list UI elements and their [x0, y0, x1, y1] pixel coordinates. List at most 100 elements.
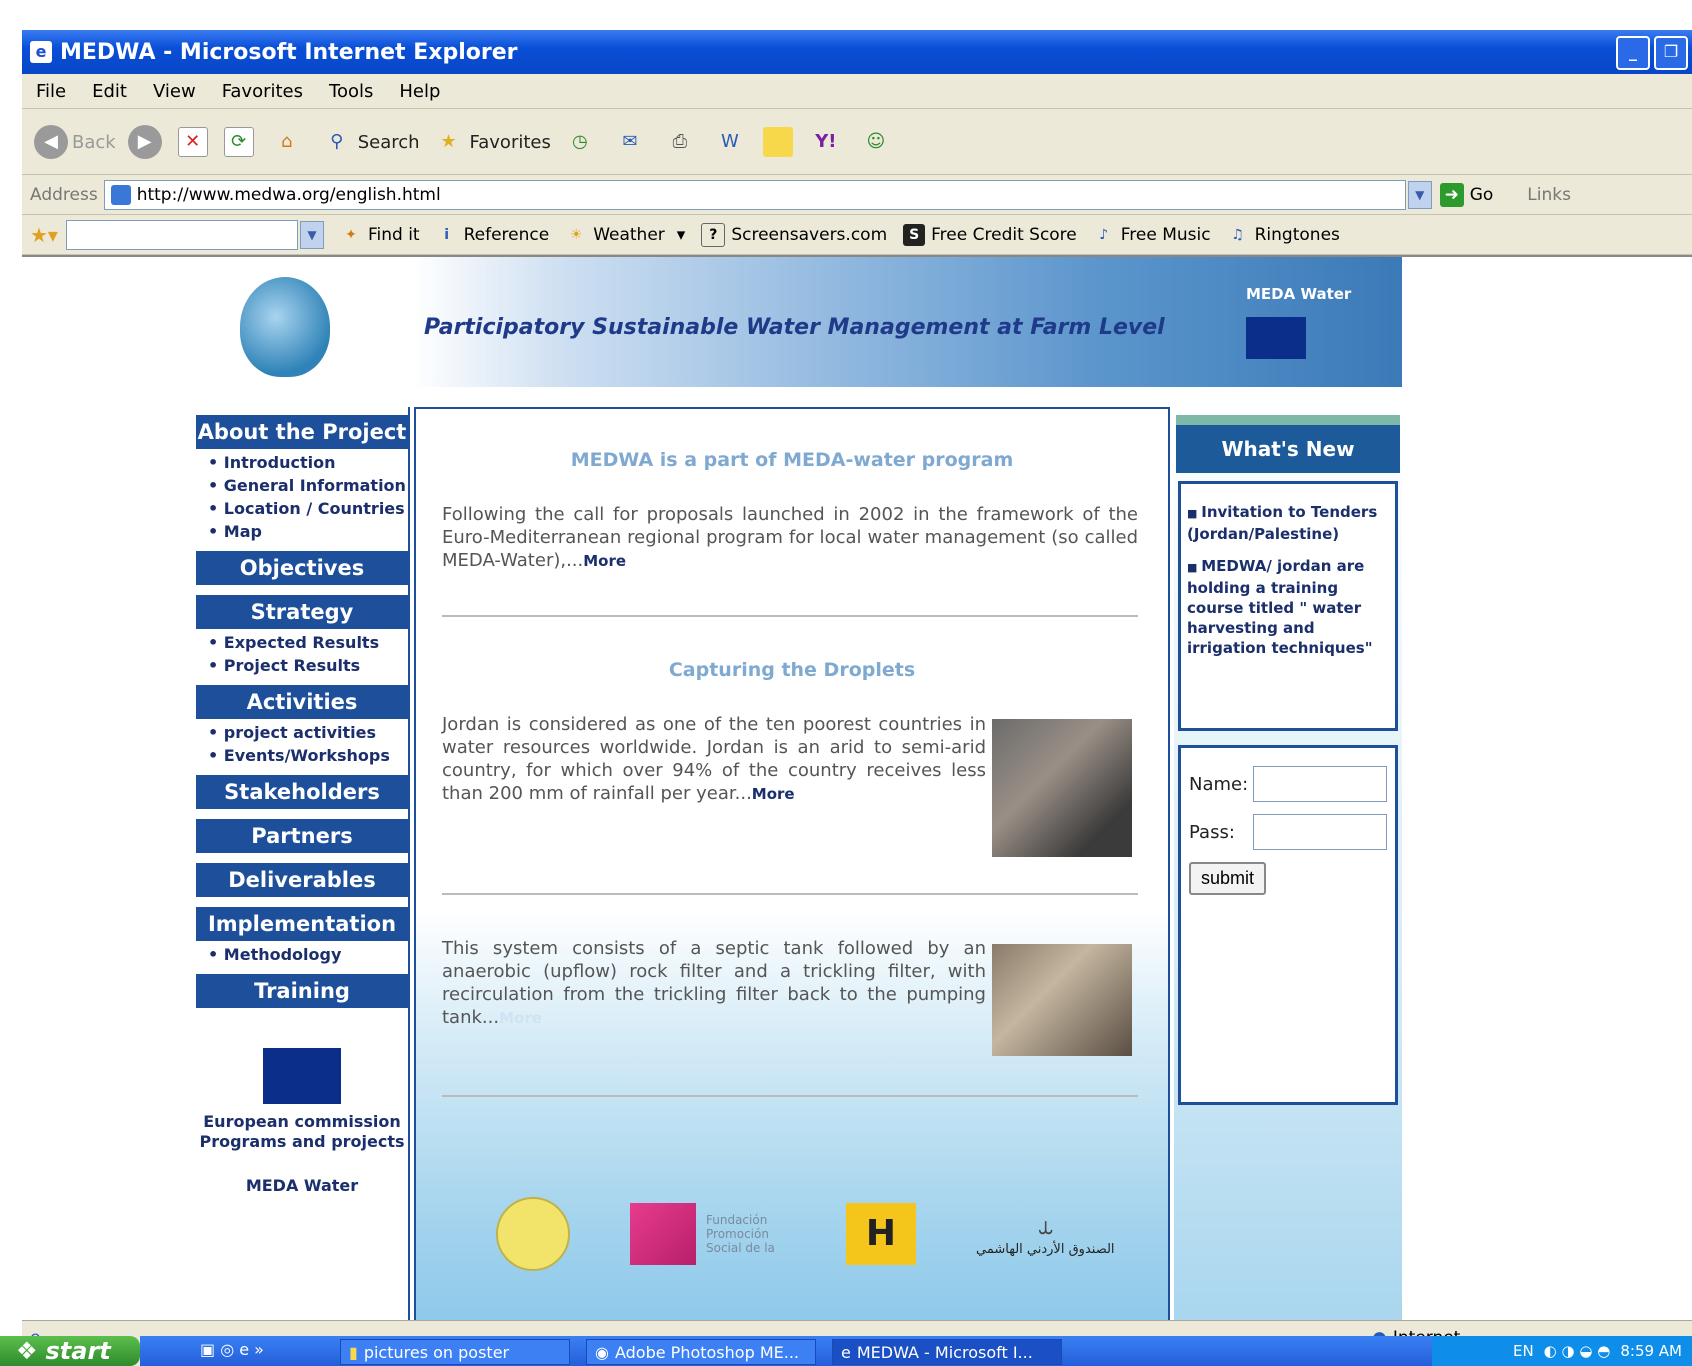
nav-map[interactable]: Map: [196, 520, 408, 543]
section1-more-link[interactable]: More: [583, 552, 626, 570]
nav-general-information[interactable]: General Information: [196, 474, 408, 497]
quick-launch-icons[interactable]: ▣ ◎ e »: [200, 1340, 264, 1359]
go-button[interactable]: ➜ Go: [1439, 183, 1493, 207]
search-button[interactable]: ⚲ Search: [320, 125, 419, 159]
start-button[interactable]: ❖ start: [0, 1336, 140, 1366]
link-reference[interactable]: i Reference: [436, 224, 549, 246]
nav-events-workshops[interactable]: Events/Workshops: [196, 744, 408, 767]
link-ringtones[interactable]: ♫ Ringtones: [1227, 224, 1340, 246]
reference-icon: i: [444, 227, 449, 243]
nav-introduction[interactable]: Introduction: [196, 451, 408, 474]
home-icon: ⌂: [280, 131, 293, 152]
eu-flag-icon[interactable]: [263, 1048, 341, 1104]
toolbar-search-input[interactable]: [65, 220, 298, 250]
star-icon[interactable]: ★▾: [30, 223, 58, 247]
page-viewport[interactable]: Participatory Sustainable Water Manageme…: [22, 255, 1692, 1322]
menu-edit[interactable]: Edit: [92, 81, 127, 102]
menu-file[interactable]: File: [36, 81, 66, 102]
nav-expected-results[interactable]: Expected Results: [196, 631, 408, 654]
nav-activities[interactable]: Activities: [196, 685, 408, 721]
field-photo[interactable]: [992, 719, 1132, 857]
tray-icons[interactable]: ◐ ◑ ◒ ◓: [1544, 1342, 1611, 1360]
edit-button[interactable]: W: [713, 125, 751, 159]
nav-about-the-project[interactable]: About the Project: [196, 415, 408, 451]
minimize-button[interactable]: _: [1616, 36, 1650, 70]
meda-water-link[interactable]: MEDA Water: [196, 1176, 408, 1196]
link-screensavers[interactable]: ? Screensavers.com: [701, 223, 887, 247]
history-button[interactable]: ◷: [563, 125, 601, 159]
nav-implementation[interactable]: Implementation: [196, 907, 408, 943]
submit-button[interactable]: submit: [1189, 862, 1267, 895]
nav-project-results[interactable]: Project Results: [196, 654, 408, 677]
home-button[interactable]: ⌂: [270, 125, 308, 159]
name-input[interactable]: [1253, 766, 1387, 802]
nav-stakeholders[interactable]: Stakeholders: [196, 775, 408, 811]
partner-logos: Fundación Promoción Social de la H ⥿ الص…: [496, 1197, 1116, 1271]
back-button[interactable]: ◀ Back: [34, 125, 116, 159]
meda-water-label: MEDA Water: [1246, 285, 1352, 303]
task-medwa-ie[interactable]: e MEDWA - Microsoft I...: [832, 1339, 1062, 1365]
news-item[interactable]: ■ MEDWA/ jordan are holding a training c…: [1187, 556, 1389, 658]
task-pictures-on-poster[interactable]: ▮ pictures on poster: [340, 1339, 570, 1365]
medwa-logo[interactable]: [240, 277, 330, 377]
refresh-icon: ⟳: [223, 127, 254, 157]
toolbar-search-dropdown[interactable]: ▼: [299, 221, 324, 249]
nav-objectives[interactable]: Objectives: [196, 551, 408, 587]
nav-methodology[interactable]: Methodology: [196, 943, 408, 966]
address-input[interactable]: http://www.medwa.org/english.html: [103, 180, 1406, 210]
section1-title: MEDWA is a part of MEDA-water program: [570, 449, 1014, 471]
menu-tools[interactable]: Tools: [329, 81, 373, 102]
nav-project-activities[interactable]: project activities: [196, 721, 408, 744]
menu-help[interactable]: Help: [399, 81, 440, 102]
link-free-music[interactable]: ♪ Free Music: [1093, 224, 1210, 246]
page-icon: [110, 185, 131, 205]
weather-icon: ☀: [569, 227, 583, 243]
nav-training[interactable]: Training: [196, 974, 408, 1010]
yahoo-button[interactable]: Y!: [809, 125, 847, 159]
link-weather[interactable]: ☀ Weather ▾: [565, 224, 685, 246]
link-free-credit-score[interactable]: S Free Credit Score: [903, 224, 1077, 246]
messenger-icon: ☺: [866, 131, 886, 152]
partner-logo-4[interactable]: ⥿ الصندوق الأردني الهاشمي: [976, 1211, 1115, 1257]
address-dropdown[interactable]: ▼: [1407, 181, 1432, 209]
links-label[interactable]: Links: [1527, 185, 1571, 205]
partner-logo-1[interactable]: [496, 1197, 570, 1271]
restore-button[interactable]: ❐: [1654, 36, 1688, 70]
name-label: Name:: [1189, 773, 1249, 795]
mail-button[interactable]: ✉: [613, 125, 651, 159]
forward-button[interactable]: ▶: [127, 125, 166, 159]
news-item[interactable]: ■ Invitation to Tenders (Jordan/Palestin…: [1187, 502, 1389, 544]
photoshop-icon: ◉: [595, 1342, 609, 1362]
system-tray: EN ◐ ◑ ◒ ◓ 8:59 AM: [1432, 1336, 1692, 1366]
clock[interactable]: 8:59 AM: [1620, 1342, 1682, 1360]
nav-deliverables[interactable]: Deliverables: [196, 863, 408, 899]
menu-view[interactable]: View: [153, 81, 196, 102]
menu-favorites[interactable]: Favorites: [222, 81, 303, 102]
messenger-button[interactable]: ☺: [859, 125, 897, 159]
section3-text: This system consists of a septic tank fo…: [442, 938, 986, 1028]
bullet-icon: ■: [1187, 561, 1202, 574]
title-bar: e MEDWA - Microsoft Internet Explorer _ …: [22, 30, 1692, 74]
nav-location-countries[interactable]: Location / Countries: [196, 497, 408, 520]
nav-strategy[interactable]: Strategy: [196, 595, 408, 631]
partner-logo-2[interactable]: Fundación Promoción Social de la: [630, 1203, 786, 1265]
section3-more-link[interactable]: More: [499, 1009, 542, 1027]
refresh-button[interactable]: ⟳: [223, 127, 258, 157]
print-button[interactable]: ⎙: [663, 125, 701, 159]
section2-text: Jordan is considered as one of the ten p…: [442, 714, 986, 804]
tank-photo[interactable]: [992, 944, 1132, 1056]
partner-logo-3[interactable]: H: [846, 1203, 916, 1265]
sidebar-nav: About the Project Introduction General I…: [196, 407, 410, 1322]
favorites-button[interactable]: ★ Favorites: [432, 125, 550, 159]
standard-toolbar: ◀ Back ▶ ✕ ⟳ ⌂ ⚲ Search ★ Favorites ◷ ✉: [22, 110, 1692, 175]
language-indicator[interactable]: EN: [1513, 1342, 1534, 1360]
main-content: MEDWA is a part of MEDA-water program Fo…: [414, 407, 1170, 1322]
password-input[interactable]: [1253, 814, 1387, 850]
link-find-it[interactable]: ✦ Find it: [340, 224, 420, 246]
divider: [442, 1095, 1138, 1097]
stop-button[interactable]: ✕: [177, 127, 212, 157]
discuss-button[interactable]: [762, 127, 797, 157]
nav-partners[interactable]: Partners: [196, 819, 408, 855]
section2-more-link[interactable]: More: [752, 785, 795, 803]
task-photoshop[interactable]: ◉ Adobe Photoshop ME...: [586, 1339, 816, 1365]
